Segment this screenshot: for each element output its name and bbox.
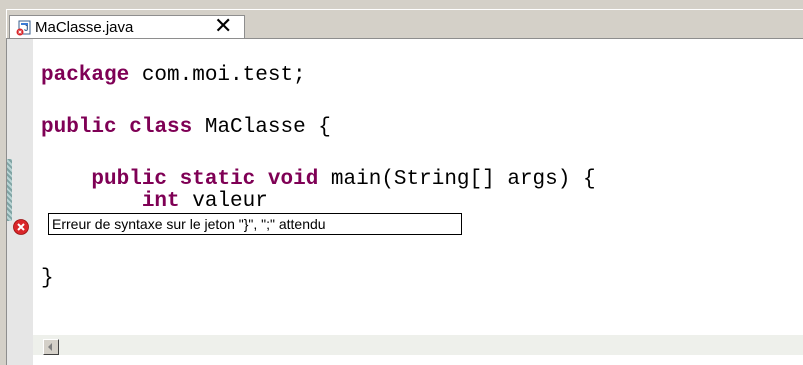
code-editor[interactable]: package com.moi.test; public class MaCla… (6, 38, 803, 365)
quick-diff-marker (7, 159, 12, 221)
keyword: class (129, 116, 193, 139)
tab-bar: J MaClasse.java ✕ (6, 9, 803, 39)
code-line-9: } (41, 267, 54, 290)
close-icon[interactable]: ✕ (214, 15, 232, 37)
code-line-1: package com.moi.test; (41, 64, 306, 87)
keyword: package (41, 64, 130, 87)
error-icon[interactable] (13, 219, 29, 235)
keyword: int (141, 190, 180, 213)
tab-label: MaClasse.java (35, 19, 134, 36)
scroll-left-button[interactable] (43, 339, 59, 355)
horizontal-scrollbar[interactable] (33, 335, 803, 355)
tab-maclasse-java[interactable]: J MaClasse.java ✕ (9, 15, 245, 38)
keyword: public (41, 116, 117, 139)
code-line-6: int valeur (141, 190, 268, 213)
error-tooltip: Erreur de syntaxe sur le jeton "}", ";" … (48, 213, 462, 235)
svg-text:J: J (24, 24, 28, 33)
keyword: static (179, 168, 256, 191)
vertical-ruler (7, 39, 33, 365)
code-line-5: public static void main(String[] args) { (91, 168, 596, 191)
java-file-error-icon: J (16, 20, 31, 36)
keyword: void (267, 168, 319, 191)
code-area[interactable]: package com.moi.test; public class MaCla… (41, 39, 803, 329)
editor-window: J MaClasse.java ✕ package com.moi.test; … (6, 9, 803, 365)
code-line-3: public class MaClasse { (41, 116, 331, 139)
keyword: public (91, 168, 168, 191)
